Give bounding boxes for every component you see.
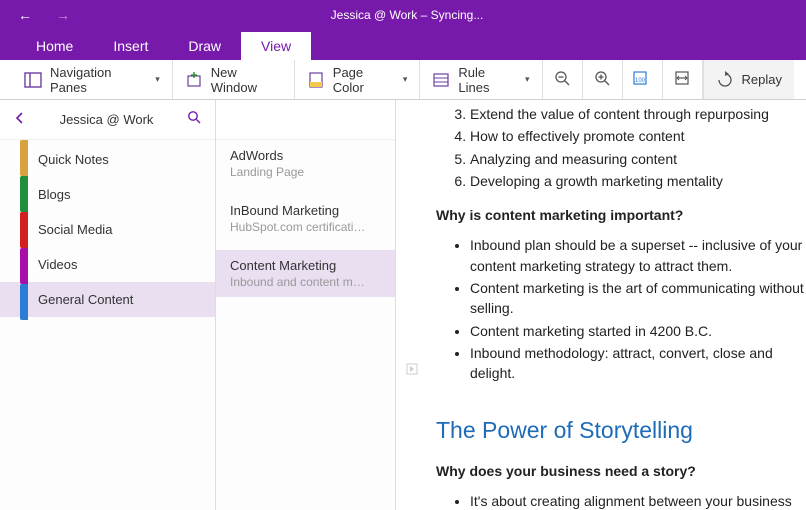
navigation-panes-label: Navigation Panes xyxy=(50,65,145,95)
zoom-100-button[interactable]: 100 xyxy=(623,60,663,99)
chevron-down-icon: ▾ xyxy=(155,74,160,85)
zoom-in-button[interactable] xyxy=(583,60,623,99)
page-subtitle: Inbound and content m… xyxy=(230,275,381,289)
section-label: Blogs xyxy=(38,187,71,202)
list-item: Content marketing started in 4200 B.C. xyxy=(470,321,806,341)
notebook-back-icon[interactable] xyxy=(14,111,26,129)
list-item: Inbound plan should be a superset -- inc… xyxy=(470,235,806,276)
zoom-100-icon: 100 xyxy=(632,69,652,90)
list-item: Extend the value of content through repu… xyxy=(470,104,806,124)
panes-icon xyxy=(24,71,42,89)
chevron-down-icon: ▾ xyxy=(525,74,530,85)
section-label: Videos xyxy=(38,257,78,272)
replay-icon xyxy=(716,71,734,89)
page-title: InBound Marketing xyxy=(230,203,381,218)
note-content[interactable]: Extend the value of content through repu… xyxy=(396,100,806,510)
section-label: Social Media xyxy=(38,222,112,237)
forward-arrow-icon[interactable]: → xyxy=(46,7,80,23)
page-item[interactable]: InBound Marketing HubSpot.com certificat… xyxy=(216,195,395,242)
paragraph-handle-icon[interactable] xyxy=(405,362,419,379)
replay-label: Replay xyxy=(742,72,782,87)
tab-insert[interactable]: Insert xyxy=(93,32,168,60)
replay-button[interactable]: Replay xyxy=(703,60,794,99)
navigation-panes-button[interactable]: Navigation Panes ▾ xyxy=(12,60,173,99)
rule-lines-label: Rule Lines xyxy=(458,65,515,95)
page-subtitle: Landing Page xyxy=(230,165,381,179)
section-item[interactable]: Social Media xyxy=(0,212,215,247)
section-label: General Content xyxy=(38,292,133,307)
page-title: Content Marketing xyxy=(230,258,381,273)
search-icon[interactable] xyxy=(187,110,201,129)
list-item: Inbound methodology: attract, convert, c… xyxy=(470,343,806,384)
tab-home[interactable]: Home xyxy=(16,32,93,60)
page-subtitle: HubSpot.com certificati… xyxy=(230,220,381,234)
zoom-out-icon xyxy=(553,69,571,90)
list-item: How to effectively promote content xyxy=(470,126,806,146)
section-color-tabs xyxy=(20,140,28,320)
list-item: Content marketing is the art of communic… xyxy=(470,278,806,319)
section-heading: The Power of Storytelling xyxy=(436,414,806,447)
list-item: It's about creating alignment between yo… xyxy=(470,491,806,510)
list-item: Developing a growth marketing mentality xyxy=(470,171,806,191)
new-window-button[interactable]: New Window xyxy=(173,60,295,99)
question-heading: Why is content marketing important? xyxy=(436,205,806,225)
section-item[interactable]: Videos xyxy=(0,247,215,282)
page-item[interactable]: Content Marketing Inbound and content m… xyxy=(216,250,395,297)
zoom-out-button[interactable] xyxy=(543,60,583,99)
page-item[interactable]: AdWords Landing Page xyxy=(216,140,395,187)
back-arrow-icon[interactable]: ← xyxy=(8,7,42,23)
tab-draw[interactable]: Draw xyxy=(168,32,241,60)
page-color-button[interactable]: Page Color ▾ xyxy=(295,60,421,99)
section-label: Quick Notes xyxy=(38,152,109,167)
tab-view[interactable]: View xyxy=(241,32,311,60)
page-width-button[interactable] xyxy=(663,60,703,99)
svg-text:100: 100 xyxy=(635,78,646,84)
page-color-icon xyxy=(307,71,325,89)
new-window-label: New Window xyxy=(211,65,282,95)
rule-lines-icon xyxy=(432,71,450,89)
section-item[interactable]: Blogs xyxy=(0,177,215,212)
section-item[interactable]: Quick Notes xyxy=(0,142,215,177)
section-item[interactable]: General Content xyxy=(0,282,215,317)
page-title: AdWords xyxy=(230,148,381,163)
new-window-icon xyxy=(185,71,203,89)
question-heading: Why does your business need a story? xyxy=(436,461,806,481)
rule-lines-button[interactable]: Rule Lines ▾ xyxy=(420,60,542,99)
page-width-icon xyxy=(673,69,691,90)
chevron-down-icon: ▾ xyxy=(403,74,408,85)
zoom-in-icon xyxy=(593,69,611,90)
window-title: Jessica @ Work – Syncing... xyxy=(88,8,726,22)
list-item: Analyzing and measuring content xyxy=(470,149,806,169)
notebook-name: Jessica @ Work xyxy=(26,112,187,127)
page-color-label: Page Color xyxy=(333,65,393,95)
